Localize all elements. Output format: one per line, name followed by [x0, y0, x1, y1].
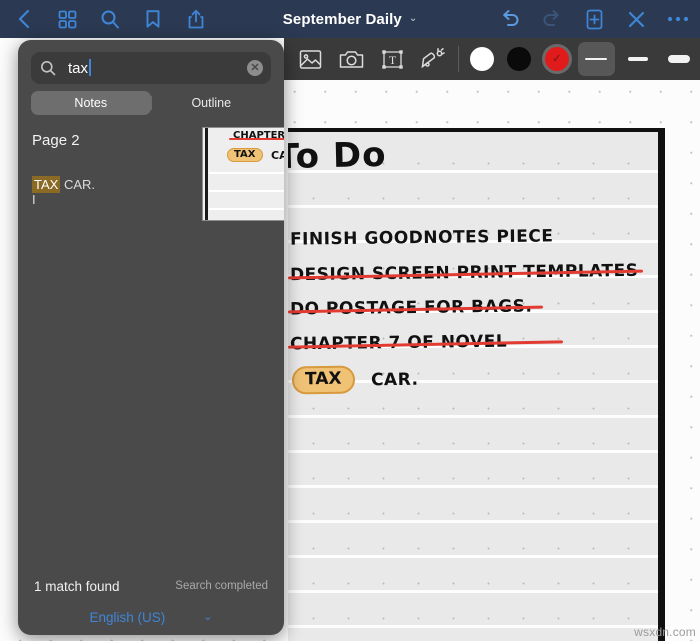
tab-outline[interactable]: Outline — [152, 91, 272, 115]
stroke-thin-button[interactable] — [577, 42, 616, 76]
thumbnail-spine — [205, 128, 208, 220]
image-icon[interactable] — [290, 38, 331, 80]
grid-icon[interactable] — [53, 5, 81, 33]
thumbnail-page: CHAPTER TAX CA — [203, 128, 284, 220]
sticker-wand-icon[interactable] — [413, 38, 454, 80]
toolbar-divider — [458, 46, 460, 72]
top-toolbar-right-group — [496, 0, 692, 38]
search-results-list[interactable]: Page 2 TAX CAR. I CHAPTER TAX CA — [18, 123, 284, 573]
language-label[interactable]: English (US) — [90, 610, 166, 625]
search-input-value: tax — [68, 59, 247, 77]
undo-icon[interactable] — [496, 5, 524, 33]
bookmark-icon[interactable] — [139, 5, 167, 33]
note-title-handwriting: To Do — [288, 134, 387, 178]
result-highlight: TAX — [32, 176, 61, 193]
search-scope-tabs: Notes Outline — [31, 91, 271, 115]
stroke-medium-button[interactable] — [619, 42, 656, 76]
tab-notes[interactable]: Notes — [31, 91, 151, 115]
language-selector[interactable]: English (US) ⌄ — [18, 603, 284, 631]
search-status-row: 1 match found Search completed — [18, 573, 284, 599]
page-title: September Daily — [282, 10, 402, 28]
match-count-label: 1 match found — [34, 578, 120, 594]
thumbnail-tax-pill: TAX — [227, 148, 263, 162]
share-icon[interactable] — [182, 5, 210, 33]
top-toolbar-left-group — [0, 5, 210, 33]
top-toolbar: September Daily ⌄ — [0, 0, 700, 38]
result-thumbnail[interactable]: CHAPTER TAX CA — [202, 127, 284, 221]
add-page-icon[interactable] — [580, 5, 608, 33]
camera-icon[interactable] — [331, 38, 372, 80]
back-icon[interactable] — [10, 5, 38, 33]
thumbnail-rest-text: CA — [271, 149, 284, 162]
chevron-down-icon[interactable]: ⌄ — [203, 611, 212, 623]
color-black-swatch[interactable] — [501, 38, 538, 80]
more-icon[interactable] — [664, 5, 692, 33]
search-icon — [40, 60, 56, 76]
text-box-icon[interactable]: T — [372, 38, 413, 80]
text-cursor — [89, 59, 92, 76]
result-snippet-rest: CAR. — [60, 177, 95, 192]
search-state-label: Search completed — [175, 580, 268, 592]
note-line-0: FINISH GOODNOTES PIECE — [289, 226, 554, 250]
color-white-swatch[interactable] — [463, 38, 500, 80]
search-icon[interactable] — [96, 5, 124, 33]
stroke-thick-button[interactable] — [661, 42, 698, 76]
clear-search-icon[interactable]: ✕ — [247, 60, 263, 76]
watermark: wsxdn.com — [634, 625, 696, 639]
note-page[interactable]: To Do FINISH GOODNOTES PIECE DESIGN SCRE… — [288, 128, 665, 641]
search-panel[interactable]: tax ✕ Notes Outline Page 2 TAX CAR. I CH… — [18, 40, 284, 635]
check-icon: ✓ — [552, 52, 562, 65]
search-input[interactable]: tax ✕ — [31, 52, 271, 84]
tax-highlight-pill: TAX — [291, 365, 355, 395]
svg-text:T: T — [389, 53, 397, 67]
search-result-item[interactable]: Page 2 TAX CAR. I CHAPTER TAX CA — [18, 123, 284, 221]
tool-toolbar: T ✓ — [284, 38, 700, 80]
redo-icon[interactable] — [538, 5, 566, 33]
close-icon[interactable] — [622, 5, 650, 33]
thumbnail-strikethrough — [229, 138, 284, 140]
note-line-tax-rest: CAR. — [370, 369, 419, 391]
color-red-swatch[interactable]: ✓ — [538, 38, 575, 80]
chevron-down-icon[interactable]: ⌄ — [409, 14, 417, 24]
app-root: To Do FINISH GOODNOTES PIECE DESIGN SCRE… — [0, 0, 700, 641]
